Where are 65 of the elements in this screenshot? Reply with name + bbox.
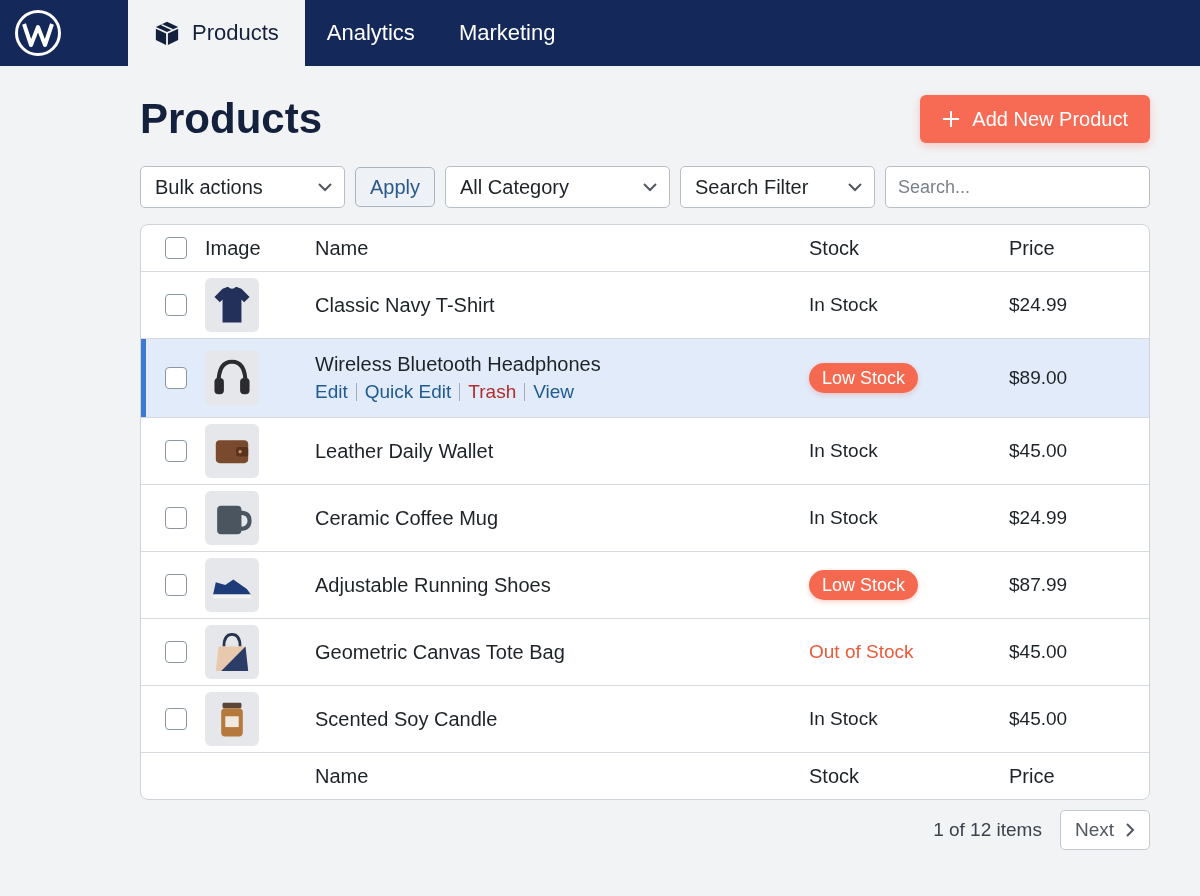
row-action-link[interactable]: Trash — [468, 381, 517, 403]
circle-logo-icon[interactable] — [14, 9, 62, 57]
headphones-thumbnail — [205, 351, 259, 405]
stock-status: Out of Stock — [809, 641, 914, 662]
pagination-summary: 1 of 12 items — [933, 819, 1042, 841]
nav-tab[interactable]: Products — [128, 0, 305, 66]
chevron-down-icon — [643, 182, 658, 192]
row-action-link[interactable]: Quick Edit — [364, 381, 452, 403]
column-header: Stock — [809, 236, 860, 259]
nav-tab[interactable]: Analytics — [304, 0, 437, 66]
tote-bag-thumbnail — [205, 625, 259, 679]
stock-status: In Stock — [809, 294, 878, 315]
product-name[interactable]: Scented Soy Candle — [315, 707, 498, 731]
row-checkbox[interactable] — [165, 708, 187, 730]
product-name[interactable]: Ceramic Coffee Mug — [315, 506, 499, 530]
shoe-thumbnail — [205, 558, 259, 612]
price-text: $89.00 — [1009, 367, 1068, 388]
price-text: $45.00 — [1009, 708, 1068, 729]
bulk-actions-select[interactable]: Bulk actions — [140, 166, 345, 208]
apply-button[interactable]: Apply — [355, 167, 436, 207]
product-name[interactable]: Classic Navy T-Shirt — [315, 293, 495, 317]
search-filter-select[interactable]: Search Filter — [680, 166, 876, 208]
nav-tab[interactable]: Marketing — [436, 0, 578, 66]
stock-status: In Stock — [809, 440, 878, 461]
select-all-checkbox[interactable] — [165, 237, 187, 259]
next-page-button[interactable]: Next — [1059, 810, 1150, 850]
tshirt-thumbnail — [205, 278, 259, 332]
column-footer: Price — [1009, 764, 1055, 787]
wallet-thumbnail — [205, 424, 259, 478]
product-name[interactable]: Leather Daily Wallet — [315, 439, 494, 463]
candle-jar-thumbnail — [205, 692, 259, 746]
price-text: $45.00 — [1009, 641, 1068, 662]
chevron-right-icon — [1126, 823, 1135, 837]
product-name[interactable]: Adjustable Running Shoes — [315, 573, 551, 597]
stock-status: In Stock — [809, 708, 878, 729]
stock-badge: Low Stock — [809, 362, 919, 393]
column-footer: Stock — [809, 764, 860, 787]
price-text: $24.99 — [1009, 294, 1068, 315]
search-field[interactable]: Search... — [885, 166, 1150, 208]
row-checkbox[interactable] — [165, 294, 187, 316]
row-action-link[interactable]: View — [533, 381, 575, 403]
row-checkbox[interactable] — [165, 440, 187, 462]
chevron-down-icon — [318, 182, 332, 192]
chevron-down-icon — [848, 182, 863, 192]
row-action-link[interactable]: Edit — [315, 381, 348, 403]
price-text: $87.99 — [1009, 574, 1068, 595]
plus-icon — [942, 110, 961, 128]
row-checkbox[interactable] — [165, 507, 187, 529]
category-select[interactable]: All Category — [445, 166, 671, 208]
price-text: $45.00 — [1009, 440, 1068, 461]
product-name[interactable]: Wireless Bluetooth Headphones — [315, 353, 601, 376]
stock-status: In Stock — [809, 507, 878, 528]
column-header: Price — [1009, 236, 1055, 259]
row-checkbox[interactable] — [165, 641, 187, 663]
row-checkbox[interactable] — [165, 574, 187, 596]
page-title: Products — [140, 95, 323, 143]
column-footer: Name — [315, 764, 369, 788]
product-name[interactable]: Geometric Canvas Tote Bag — [315, 640, 565, 664]
stock-badge: Low Stock — [809, 569, 919, 600]
product-row[interactable]: Wireless Bluetooth Headphones Edit Quick Edit Trash View Low Stock $89.00 — [141, 339, 1149, 418]
column-header: Image — [205, 236, 261, 259]
price-text: $24.99 — [1009, 507, 1068, 528]
column-header: Name — [315, 236, 369, 260]
row-checkbox[interactable] — [165, 367, 187, 389]
mug-thumbnail — [205, 491, 259, 545]
